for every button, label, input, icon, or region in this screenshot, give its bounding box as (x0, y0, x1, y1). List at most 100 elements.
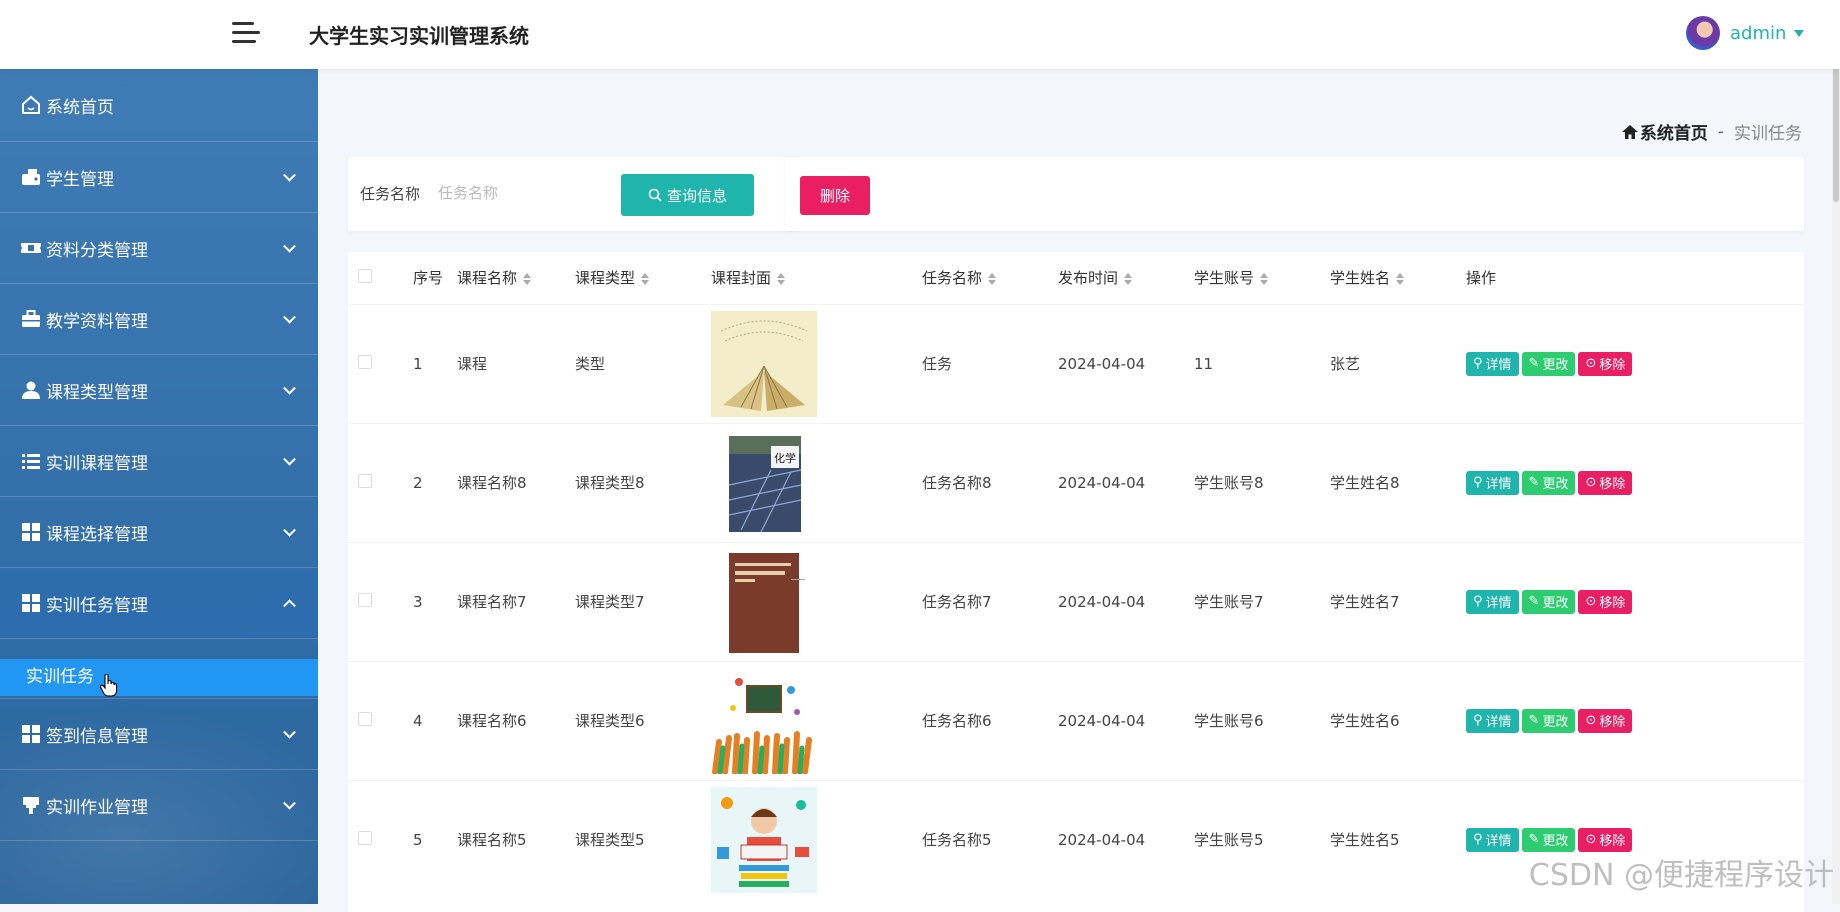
header-cover-label[interactable]: 课程封面 (711, 269, 771, 287)
edit-label[interactable]: 更改 (1542, 592, 1568, 611)
detail-label[interactable]: 详情 (1486, 473, 1512, 492)
edit-button[interactable]: ✎更改 (1522, 828, 1576, 852)
search-icon: ⚲ (1473, 356, 1483, 371)
remove-button[interactable]: ⊙移除 (1578, 590, 1632, 614)
detail-button[interactable]: ⚲详情 (1466, 828, 1519, 852)
open-book-cover-image[interactable] (711, 311, 817, 417)
chemistry-book-cover-image[interactable]: 化学 (711, 430, 817, 536)
header-type[interactable]: 课程类型 (565, 252, 701, 304)
sidebar-subitem-training-task[interactable]: 实训任务 (0, 659, 318, 696)
username[interactable]: admin (1730, 23, 1786, 44)
cell-time: 2024-04-04 (1048, 423, 1184, 542)
remove-label[interactable]: 移除 (1599, 354, 1625, 373)
row-checkbox[interactable] (358, 831, 372, 845)
delete-button[interactable]: 删除 (800, 176, 870, 215)
search-button-label[interactable]: 查询信息 (667, 185, 727, 206)
detail-label[interactable]: 详情 (1486, 354, 1512, 373)
header-account[interactable]: 学生账号 (1184, 252, 1320, 304)
detail-label[interactable]: 详情 (1486, 711, 1512, 730)
caret-down-icon[interactable] (1794, 30, 1804, 37)
sidebar-item-course-selection[interactable]: 课程选择管理 (0, 497, 318, 568)
sort-icon[interactable] (988, 273, 996, 285)
header-course[interactable]: 课程名称 (447, 252, 565, 304)
edit-button[interactable]: ✎更改 (1522, 709, 1576, 733)
sidebar-item-course-type[interactable]: 课程类型管理 (0, 355, 318, 426)
remove-label[interactable]: 移除 (1599, 473, 1625, 492)
header-task-label[interactable]: 任务名称 (922, 269, 982, 287)
sort-icon[interactable] (641, 273, 649, 285)
user-menu[interactable]: admin (1686, 15, 1804, 51)
header-task[interactable]: 任务名称 (912, 252, 1048, 304)
remove-label[interactable]: 移除 (1599, 830, 1625, 849)
detail-label[interactable]: 详情 (1486, 592, 1512, 611)
select-all-checkbox[interactable] (358, 269, 372, 283)
header-time[interactable]: 发布时间 (1048, 252, 1184, 304)
header-account-label[interactable]: 学生账号 (1194, 269, 1254, 287)
header-type-label[interactable]: 课程类型 (575, 269, 635, 287)
table-row[interactable]: 4 课程名称6 课程类型6 任务名称6 2024-04-04 (348, 661, 1804, 780)
edit-button[interactable]: ✎更改 (1522, 590, 1576, 614)
header-name[interactable]: 学生姓名 (1320, 252, 1456, 304)
header-time-label[interactable]: 发布时间 (1058, 269, 1118, 287)
header-course-label[interactable]: 课程名称 (457, 269, 517, 287)
grid-icon (20, 723, 42, 745)
student-reading-cover-image[interactable] (711, 787, 817, 893)
edit-label[interactable]: 更改 (1542, 354, 1568, 373)
edit-label[interactable]: 更改 (1542, 830, 1568, 849)
edit-button[interactable]: ✎更改 (1522, 471, 1576, 495)
header-cover[interactable]: 课程封面 (701, 252, 912, 304)
edit-button[interactable]: ✎更改 (1522, 352, 1576, 376)
row-checkbox[interactable] (358, 355, 372, 369)
detail-button[interactable]: ⚲详情 (1466, 471, 1519, 495)
cell-account: 11 (1184, 304, 1320, 423)
row-checkbox[interactable] (358, 593, 372, 607)
sort-icon[interactable] (523, 273, 531, 285)
edit-label[interactable]: 更改 (1542, 473, 1568, 492)
detail-label[interactable]: 详情 (1486, 830, 1512, 849)
task-name-input[interactable] (438, 177, 598, 209)
remove-button[interactable]: ⊙移除 (1578, 352, 1632, 376)
brown-book-cover-image[interactable] (711, 549, 817, 655)
sidebar-item-checkin[interactable]: 签到信息管理 (0, 699, 318, 770)
table-row[interactable]: 3 课程名称7 课程类型7 任务名称7 20 (348, 542, 1804, 661)
menu-toggle-icon[interactable] (232, 20, 260, 46)
cell-ops: ⚲详情 ✎更改 ⊙移除 (1456, 542, 1804, 661)
breadcrumb-home[interactable]: 系统首页 (1622, 119, 1708, 144)
remove-button[interactable]: ⊙移除 (1578, 709, 1632, 733)
sidebar-item-teaching-material[interactable]: 教学资料管理 (0, 284, 318, 355)
search-button[interactable]: 查询信息 (621, 174, 754, 216)
detail-button[interactable]: ⚲详情 (1466, 709, 1519, 733)
header-no: 序号 (403, 252, 447, 304)
sort-icon[interactable] (1124, 273, 1132, 285)
row-checkbox[interactable] (358, 712, 372, 726)
sidebar-item-training-course[interactable]: 实训课程管理 (0, 426, 318, 497)
cell-cover (701, 780, 912, 899)
remove-button[interactable]: ⊙移除 (1578, 471, 1632, 495)
user-icon (20, 379, 42, 401)
edit-label[interactable]: 更改 (1542, 711, 1568, 730)
sidebar-item-homework[interactable]: 实训作业管理 (0, 770, 318, 841)
sidebar-item-label: 系统首页 (46, 93, 114, 118)
sort-icon[interactable] (1260, 273, 1268, 285)
remove-label[interactable]: 移除 (1599, 592, 1625, 611)
breadcrumb-home-label[interactable]: 系统首页 (1640, 119, 1708, 144)
table-row[interactable]: 2 课程名称8 课程类型8 化学 任务名称8 (348, 423, 1804, 542)
page-scrollbar[interactable] (1832, 0, 1840, 904)
table-row[interactable]: 1 课程 类型 任务 2024-04-04 (348, 304, 1804, 423)
detail-button[interactable]: ⚲详情 (1466, 590, 1519, 614)
remove-label[interactable]: 移除 (1599, 711, 1625, 730)
detail-button[interactable]: ⚲详情 (1466, 352, 1519, 376)
sort-icon[interactable] (777, 273, 785, 285)
sort-icon[interactable] (1396, 273, 1404, 285)
sidebar-item-students[interactable]: 学生管理 (0, 142, 318, 213)
row-checkbox[interactable] (358, 474, 372, 488)
hands-chalkboard-cover-image[interactable] (711, 668, 817, 774)
sidebar-item-label: 实训课程管理 (46, 449, 148, 474)
header-name-label[interactable]: 学生姓名 (1330, 269, 1390, 287)
sidebar-item-training-task[interactable]: 实训任务管理 (0, 568, 318, 639)
sidebar-item-material-category[interactable]: 资料分类管理 (0, 213, 318, 284)
remove-button[interactable]: ⊙移除 (1578, 828, 1632, 852)
remove-circle-icon: ⊙ (1585, 832, 1596, 847)
avatar[interactable] (1686, 16, 1720, 50)
sidebar-item-home[interactable]: 系统首页 (0, 69, 318, 142)
